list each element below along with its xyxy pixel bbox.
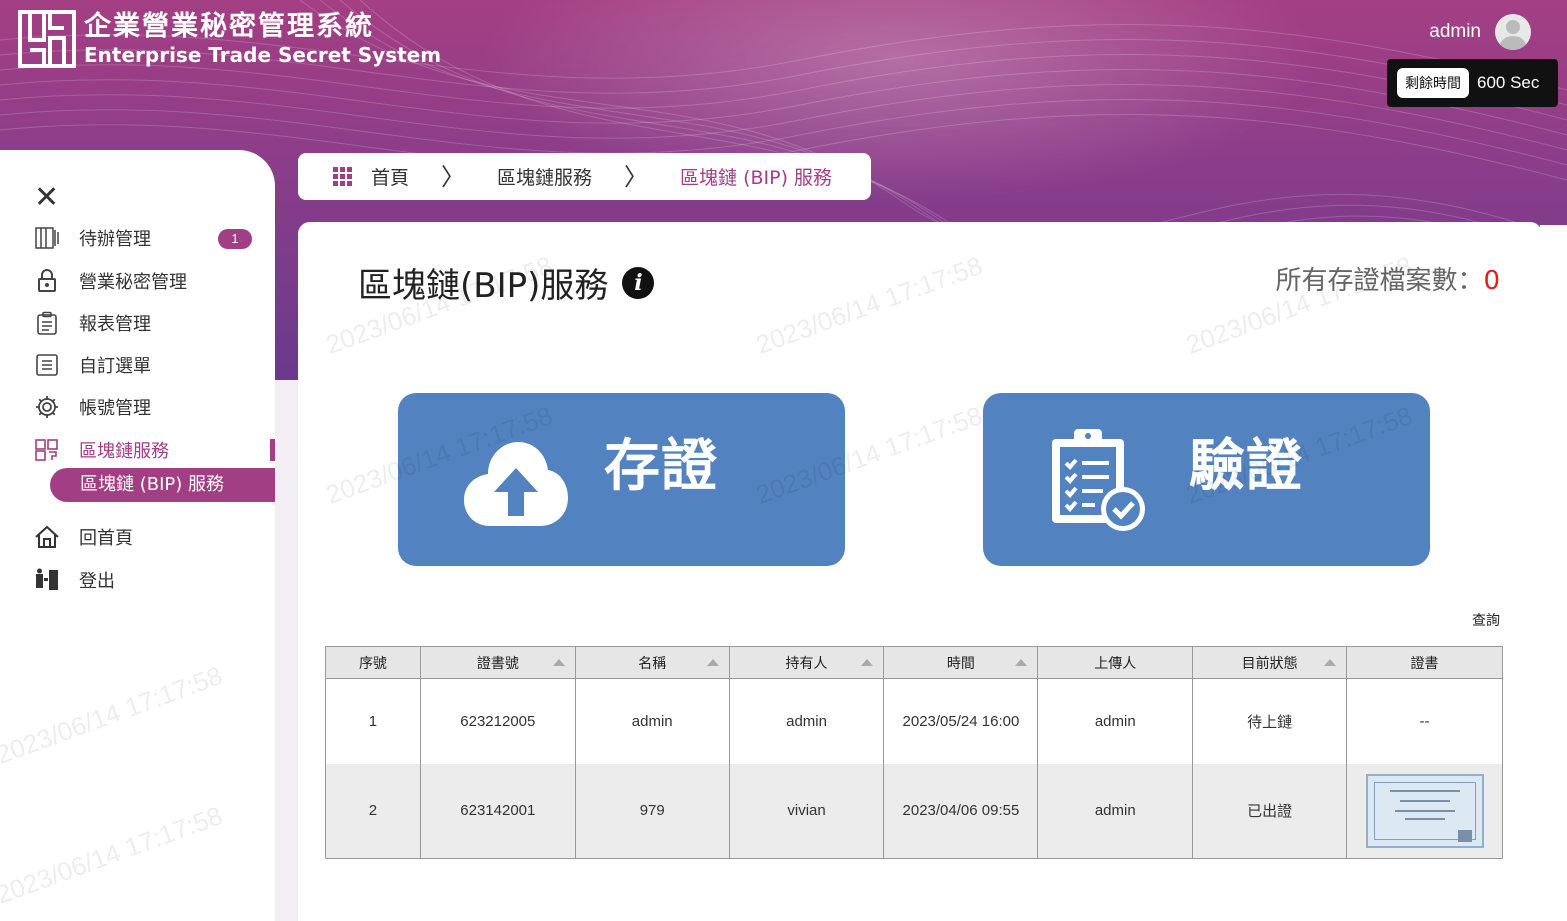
sidebar-item-blockchain[interactable]: 區塊鏈服務 (34, 433, 275, 467)
sidebar-item-label: 登出 (79, 571, 115, 592)
breadcrumb: 首頁 〉 區塊鏈服務 〉 區塊鏈 (BIP) 服務 (298, 153, 871, 200)
timer-label: 剩餘時間 (1397, 68, 1469, 98)
logo-mark-icon (18, 10, 76, 68)
logout-icon (34, 567, 60, 593)
evidence-table: 序號 證書號 名稱 持有人 時間 上傳人 目前狀態 證書 1 623212005… (325, 646, 1503, 859)
archive-count-label: 所有存證檔案數： (1275, 266, 1484, 296)
verify-button-label: 驗證 (1189, 434, 1303, 499)
sidebar-item-custom-menu[interactable]: 自訂選單 (34, 348, 275, 382)
column-header-holder[interactable]: 持有人 (728, 646, 885, 679)
cell-cert-no: 623212005 (419, 678, 576, 764)
sidebar-item-label: 營業秘密管理 (79, 272, 187, 293)
grid-menu-icon[interactable] (333, 166, 353, 187)
column-header-status[interactable]: 目前狀態 (1192, 646, 1348, 679)
sidebar-item-todo[interactable]: 待辦管理 1 (34, 221, 275, 255)
column-header-certificate[interactable]: 證書 (1346, 646, 1503, 679)
column-header-uploader[interactable]: 上傳人 (1037, 646, 1194, 679)
cell-index: 1 (325, 678, 421, 764)
sidebar-item-label: 回首頁 (79, 528, 133, 549)
chevron-right-icon: 〉 (441, 162, 466, 191)
sidebar-item-home[interactable]: 回首頁 (34, 520, 275, 554)
sidebar-item-logout[interactable]: 登出 (34, 563, 275, 597)
user-name: admin (1429, 21, 1481, 42)
list-icon (34, 352, 60, 378)
verify-evidence-button[interactable]: 驗證 (983, 393, 1430, 566)
archive-count-value: 0 (1483, 266, 1500, 296)
store-evidence-button[interactable]: 存證 (398, 393, 845, 566)
todo-icon (34, 225, 60, 251)
certificate-thumbnail[interactable] (1365, 773, 1484, 848)
sidebar-item-label: 自訂選單 (79, 356, 151, 377)
sidebar-subitem-bip-service[interactable]: 區塊鏈 (BIP) 服務 (50, 468, 275, 502)
sidebar-item-trade-secret[interactable]: 營業秘密管理 (34, 264, 275, 298)
cell-uploader: admin (1037, 763, 1194, 859)
breadcrumb-blockchain[interactable]: 區塊鏈服務 (497, 163, 592, 190)
cell-status: 已出證 (1192, 763, 1348, 859)
sidebar-item-label: 報表管理 (79, 314, 151, 335)
todo-count-badge: 1 (218, 229, 252, 249)
sidebar-item-accounts[interactable]: 帳號管理 (34, 390, 275, 424)
app-title-en: Enterprise Trade Secret System (84, 43, 442, 67)
timer-value: 600 Sec (1477, 73, 1540, 92)
cell-uploader: admin (1037, 678, 1194, 764)
store-button-label: 存證 (604, 434, 718, 499)
app-logo[interactable]: 企業營業秘密管理系統 Enterprise Trade Secret Syste… (18, 10, 441, 68)
column-header-time[interactable]: 時間 (883, 646, 1039, 679)
sort-asc-icon (1324, 659, 1337, 666)
table-row[interactable]: 2 623142001 979 vivian 2023/04/06 09:55 … (325, 763, 1503, 859)
cell-name: admin (574, 678, 730, 764)
sort-asc-icon (861, 659, 874, 666)
sort-asc-icon (706, 659, 719, 666)
column-header-name[interactable]: 名稱 (574, 646, 730, 679)
home-icon (34, 524, 60, 550)
clipboard-check-icon (1049, 427, 1149, 535)
info-icon[interactable]: i (622, 266, 655, 299)
table-header-row: 序號 證書號 名稱 持有人 時間 上傳人 目前狀態 證書 (325, 646, 1503, 679)
page-title: 區塊鏈(BIP)服務 (358, 266, 609, 306)
gear-icon (34, 394, 60, 420)
cell-name: 979 (574, 763, 730, 859)
cell-certificate (1346, 763, 1503, 859)
right-panel-edge (1540, 225, 1567, 921)
sidebar: ✕ 待辦管理 1 營業秘密管理 報表管理 自訂選單 帳號管理 區塊鏈服務 區塊鏈… (0, 150, 275, 921)
session-timer: 剩餘時間 600 Sec (1387, 59, 1558, 107)
cell-certificate: -- (1346, 678, 1503, 764)
sidebar-item-label: 帳號管理 (79, 398, 151, 419)
cloud-upload-icon (464, 426, 568, 534)
breadcrumb-current: 區塊鏈 (BIP) 服務 (680, 167, 833, 189)
sort-asc-icon (1015, 659, 1028, 666)
cell-holder: admin (728, 678, 885, 764)
main-card: 區塊鏈(BIP)服務 i 所有存證檔案數：0 存證 驗證 查詢 序號 證書號 名… (298, 222, 1542, 921)
cell-time: 2023/04/06 09:55 (883, 763, 1039, 859)
cell-index: 2 (325, 763, 421, 859)
cell-time: 2023/05/24 16:00 (883, 678, 1039, 764)
sidebar-item-reports[interactable]: 報表管理 (34, 306, 275, 340)
query-link[interactable]: 查詢 (1472, 610, 1500, 630)
avatar[interactable] (1495, 14, 1531, 50)
sidebar-item-label: 區塊鏈服務 (79, 441, 169, 462)
lock-icon (34, 268, 60, 294)
column-header-cert-no[interactable]: 證書號 (419, 646, 576, 679)
clipboard-icon (34, 310, 60, 336)
blockchain-icon (34, 437, 60, 463)
app-title-cn: 企業營業秘密管理系統 (84, 11, 374, 42)
archive-count: 所有存證檔案數：0 (1275, 260, 1500, 297)
cell-cert-no: 623142001 (419, 763, 576, 859)
sort-asc-icon (552, 659, 565, 666)
close-icon[interactable]: ✕ (34, 183, 59, 213)
sidebar-item-label: 待辦管理 (79, 229, 151, 250)
column-header-index[interactable]: 序號 (325, 646, 421, 679)
table-row[interactable]: 1 623212005 admin admin 2023/05/24 16:00… (325, 678, 1503, 764)
chevron-right-icon: 〉 (624, 162, 649, 191)
user-menu[interactable]: admin (1429, 14, 1531, 50)
breadcrumb-home[interactable]: 首頁 (371, 163, 409, 190)
cell-holder: vivian (728, 763, 885, 859)
cell-status: 待上鏈 (1192, 678, 1348, 764)
